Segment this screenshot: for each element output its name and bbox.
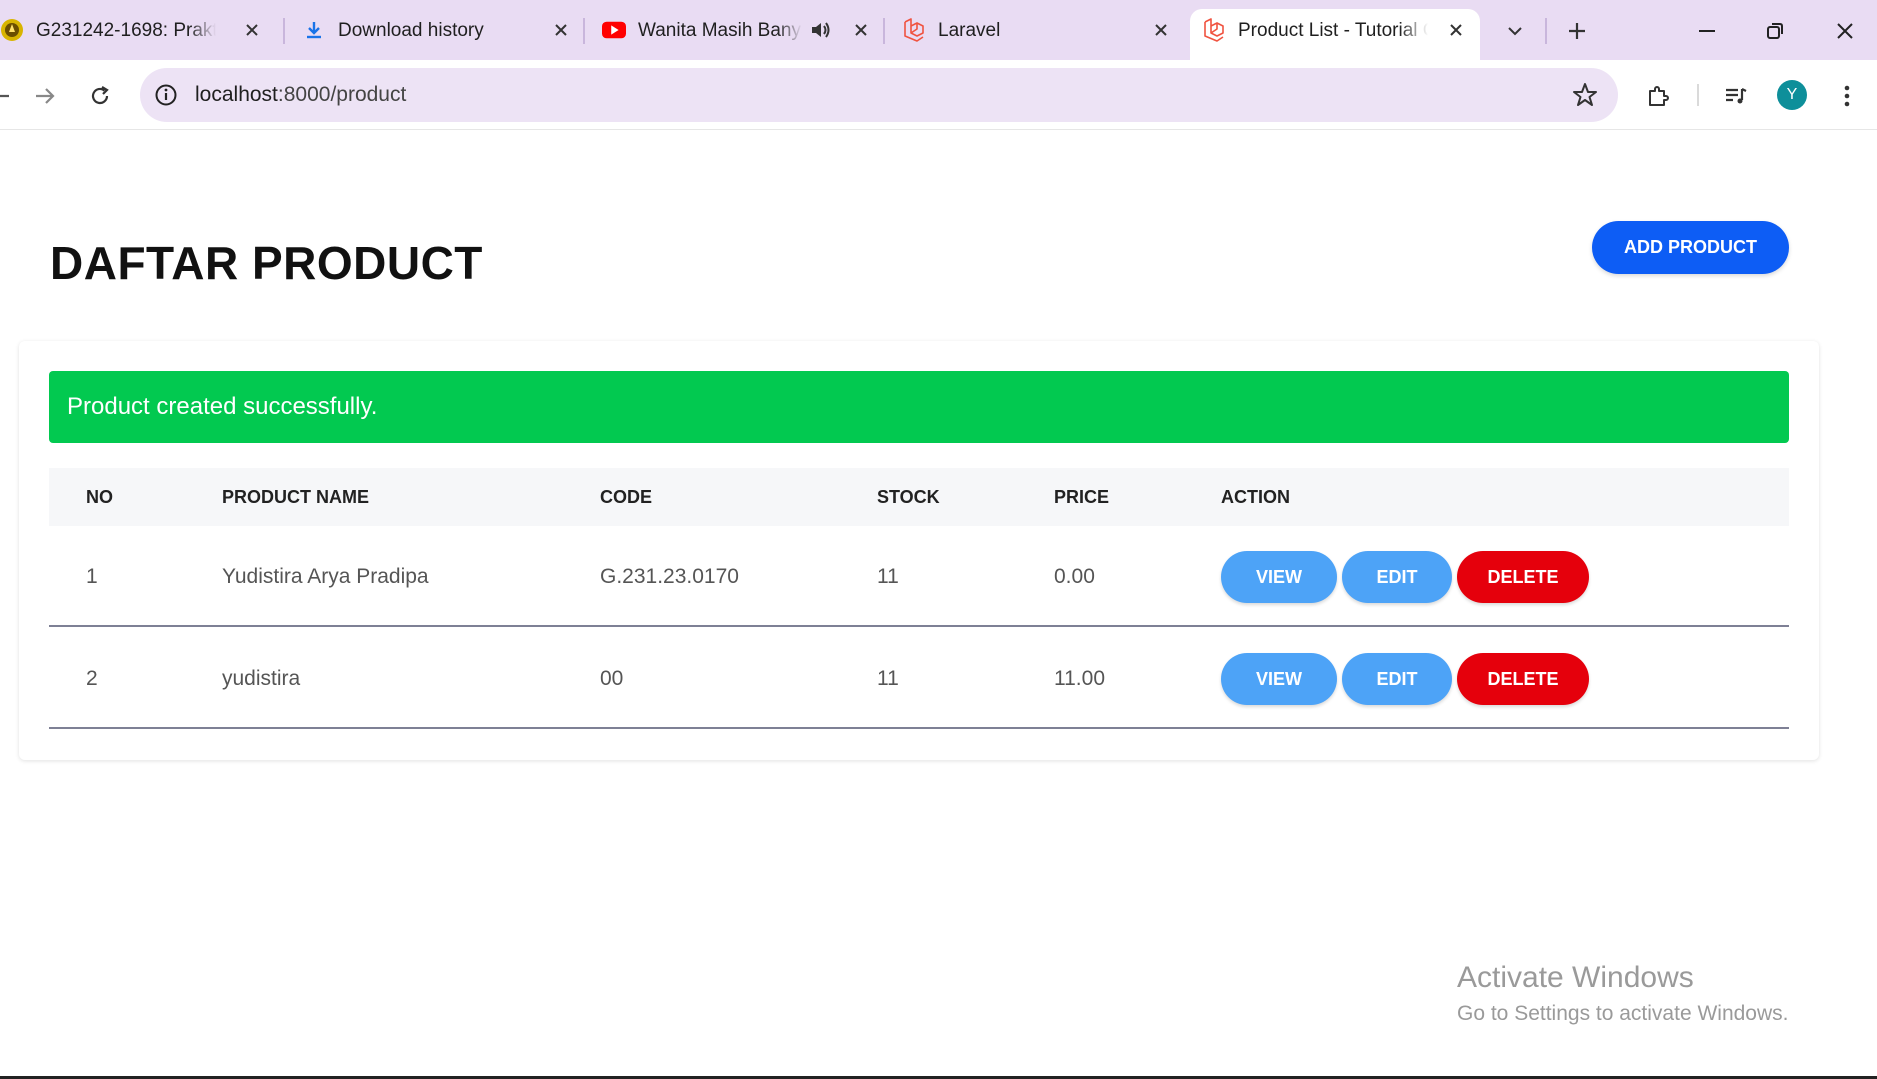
media-control-button[interactable] [1718, 78, 1754, 114]
activate-windows-watermark: Activate Windows [1457, 961, 1694, 994]
cell-price: 0.00 [1054, 565, 1095, 588]
profile-avatar[interactable]: Y [1777, 80, 1807, 110]
cell-product-name: Yudistira Arya Pradipa [222, 565, 429, 588]
column-header-action: ACTION [1221, 487, 1290, 507]
tab-separator [283, 18, 285, 44]
more-vert-icon [1844, 85, 1850, 107]
column-header-product-name: PRODUCT NAME [222, 487, 369, 507]
reload-icon [89, 85, 111, 107]
minimize-icon [1698, 29, 1716, 33]
close-icon[interactable] [1444, 18, 1468, 42]
close-icon[interactable] [849, 18, 873, 42]
delete-button[interactable]: DELETE [1457, 653, 1589, 705]
university-crest-icon [0, 18, 24, 42]
tab-title: Download history [338, 20, 484, 41]
laravel-icon [1202, 18, 1226, 42]
toolbar-divider [1697, 84, 1699, 106]
cell-no: 2 [86, 667, 98, 690]
tab-laravel[interactable]: Laravel [890, 0, 1185, 60]
laravel-icon [902, 18, 926, 42]
youtube-icon [602, 18, 626, 42]
page-title: DAFTAR PRODUCT [50, 237, 483, 289]
delete-button[interactable]: DELETE [1457, 551, 1589, 603]
column-header-price: PRICE [1054, 487, 1110, 507]
edit-button[interactable]: EDIT [1342, 653, 1452, 705]
download-icon [302, 18, 326, 42]
cell-code: G.231.23.0170 [600, 565, 739, 588]
tab-strip: G231242-1698: Praktikum Download history… [0, 0, 1877, 60]
menu-button[interactable] [1829, 78, 1865, 114]
close-icon [1836, 22, 1854, 40]
back-button[interactable] [0, 78, 18, 114]
new-tab-button[interactable] [1560, 14, 1594, 48]
table-row: 2 yudistira 00 11 11.00 VIEW EDIT DELETE [49, 628, 1789, 729]
tab-separator [1545, 18, 1547, 44]
cell-code: 00 [600, 667, 624, 690]
site-info-icon[interactable] [154, 83, 178, 107]
tab-youtube[interactable]: Wanita Masih Banyak [590, 0, 885, 60]
tab-title: Wanita Masih Banyak [638, 20, 802, 41]
minimize-button[interactable] [1690, 14, 1724, 48]
restore-icon [1766, 22, 1784, 40]
table-row: 1 Yudistira Arya Pradipa G.231.23.0170 1… [49, 526, 1789, 627]
tab-title: Laravel [938, 20, 1001, 41]
speaker-icon[interactable] [808, 18, 832, 42]
tab-search-dropdown[interactable] [1498, 14, 1532, 48]
column-header-code: CODE [600, 487, 653, 507]
column-header-no: NO [86, 487, 113, 507]
tab-title: Product List - Tutorial CRUD [1238, 20, 1428, 41]
table-header: NO PRODUCT NAME CODE STOCK PRICE ACTION [49, 468, 1789, 526]
close-icon[interactable] [240, 18, 264, 42]
success-alert: Product created successfully. [49, 371, 1789, 443]
forward-button[interactable] [27, 78, 63, 114]
view-button[interactable]: VIEW [1221, 653, 1337, 705]
tab-separator [583, 18, 585, 44]
cell-stock: 11 [877, 667, 899, 690]
cell-stock: 11 [877, 565, 899, 588]
extensions-button[interactable] [1640, 78, 1676, 114]
tab-separator [883, 18, 885, 44]
restore-button[interactable] [1758, 14, 1792, 48]
column-header-stock: STOCK [877, 487, 940, 507]
browser-toolbar: localhost:8000/product Y [0, 60, 1877, 130]
puzzle-icon [1646, 84, 1670, 108]
tab-praktikum[interactable]: G231242-1698: Praktikum [0, 0, 276, 60]
tab-download-history[interactable]: Download history [290, 0, 585, 60]
plus-icon [1567, 21, 1587, 41]
tab-product-list[interactable]: Product List - Tutorial CRUD [1190, 9, 1480, 60]
add-product-button[interactable]: ADD PRODUCT [1592, 221, 1789, 274]
chevron-down-icon [1507, 26, 1523, 36]
view-button[interactable]: VIEW [1221, 551, 1337, 603]
close-icon[interactable] [1149, 18, 1173, 42]
bookmark-star-icon[interactable] [1572, 82, 1598, 108]
close-icon[interactable] [549, 18, 573, 42]
arrow-right-icon [34, 85, 56, 107]
close-window-button[interactable] [1828, 14, 1862, 48]
url-host: localhost [195, 83, 278, 106]
edit-button[interactable]: EDIT [1342, 551, 1452, 603]
cell-no: 1 [86, 565, 98, 588]
url-text[interactable]: localhost:8000/product [195, 83, 406, 107]
arrow-left-icon [0, 85, 11, 107]
reload-button[interactable] [82, 78, 118, 114]
cell-price: 11.00 [1054, 667, 1105, 690]
activate-windows-hint: Go to Settings to activate Windows. [1457, 1002, 1789, 1025]
url-path: :8000/product [277, 83, 407, 106]
address-bar[interactable]: localhost:8000/product [140, 68, 1618, 122]
cell-product-name: yudistira [222, 667, 301, 690]
tab-title: G231242-1698: Praktikum [36, 20, 216, 41]
playlist-icon [1724, 86, 1748, 106]
